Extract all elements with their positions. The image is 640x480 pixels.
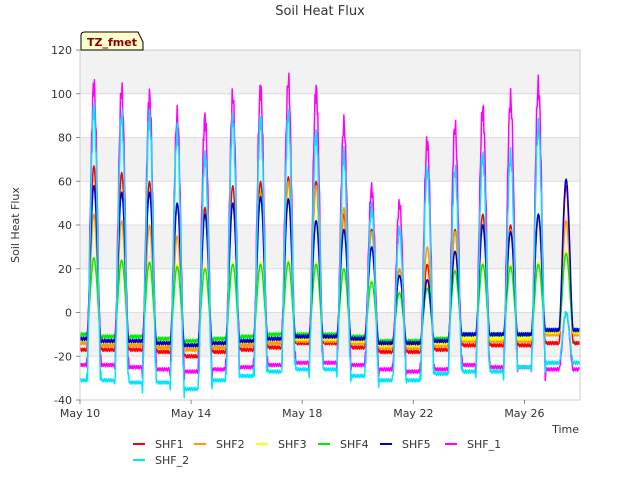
x-tick-label: May 22 [393, 407, 433, 420]
y-tick-label: -20 [54, 350, 72, 363]
legend-label: SHF4 [340, 438, 369, 451]
legend-label: SHF5 [402, 438, 431, 451]
legend-label: SHF_2 [155, 454, 189, 467]
station-badge: TZ_fmet [80, 31, 144, 51]
y-tick-label: 40 [58, 219, 72, 232]
x-tick-label: May 26 [504, 407, 544, 420]
plot-band [80, 225, 580, 269]
x-tick-label: May 14 [171, 407, 211, 420]
y-tick-label: 80 [58, 132, 72, 145]
chart-title: Soil Heat Flux [275, 4, 365, 19]
y-tick-label: 60 [58, 175, 72, 188]
legend-label: SHF2 [216, 438, 245, 451]
x-tick-label: May 10 [60, 407, 100, 420]
y-axis-label: Soil Heat Flux [9, 187, 22, 263]
y-tick-label: 0 [65, 307, 72, 320]
legend-label: SHF1 [155, 438, 184, 451]
plot-band [80, 93, 580, 138]
legend-label: SHF_1 [467, 438, 501, 451]
plot-band [80, 181, 580, 225]
plot-band [80, 50, 580, 94]
y-tick-label: 100 [51, 88, 72, 101]
y-tick-label: 20 [58, 263, 72, 276]
y-tick-label: 120 [51, 44, 72, 57]
y-tick-label: -40 [54, 394, 72, 407]
soil-heat-flux-chart: -40 -20 0 20 40 60 80 100 120 May 10 May 14 May 18… [0, 0, 640, 480]
badge-label: TZ_fmet [87, 36, 137, 49]
x-axis-label: Time [551, 423, 579, 436]
x-tick-label: May 18 [282, 407, 322, 420]
legend-label: SHF3 [278, 438, 307, 451]
plot-band [80, 137, 580, 182]
